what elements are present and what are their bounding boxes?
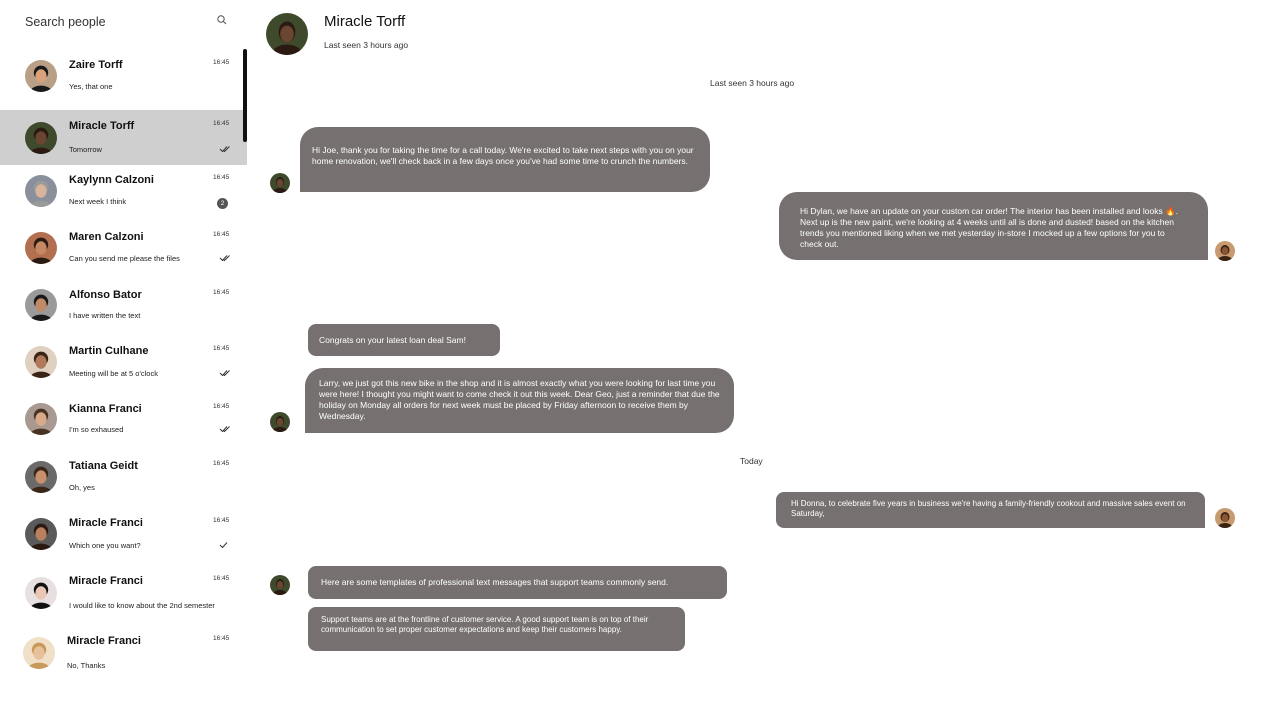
unread-badge: 2 bbox=[217, 198, 228, 209]
message-preview: Can you send me please the files bbox=[69, 254, 180, 263]
conversation-item[interactable]: Zaire Torff Yes, that one 16:45 bbox=[0, 49, 247, 102]
double-check-icon bbox=[219, 255, 230, 262]
contact-avatar[interactable] bbox=[266, 13, 308, 55]
message-preview: Next week I think bbox=[69, 197, 127, 206]
today-divider: Today bbox=[740, 456, 763, 466]
contact-avatar bbox=[25, 59, 57, 92]
conversation-item[interactable]: Miracle Franci Which one you want? 16:45 bbox=[0, 507, 247, 561]
contact-message-avatar bbox=[270, 173, 290, 193]
message-time: 16:45 bbox=[213, 635, 230, 642]
conversation-item[interactable]: Martin Culhane Meeting will be at 5 o'clo… bbox=[0, 335, 247, 389]
contact-name: Miracle Franci bbox=[69, 575, 143, 587]
conversation-sidebar: Search people Zaire Torff Yes, that one 16… bbox=[0, 0, 248, 720]
contact-name: Maren Calzoni bbox=[69, 231, 144, 243]
message-time: 16:45 bbox=[213, 345, 230, 352]
double-check-icon bbox=[219, 426, 230, 433]
message-time: 16:45 bbox=[213, 174, 230, 181]
double-check-icon bbox=[219, 370, 230, 377]
own-message-avatar bbox=[1215, 241, 1235, 261]
contact-avatar bbox=[25, 289, 57, 321]
message-bubble-received: Hi Joe, thank you for taking the time fo… bbox=[300, 127, 710, 192]
contact-avatar bbox=[25, 121, 57, 154]
contact-last-seen: Last seen 3 hours ago bbox=[324, 40, 409, 50]
contact-name: Miracle Franci bbox=[69, 517, 143, 529]
contact-avatar bbox=[25, 174, 57, 207]
message-time: 16:45 bbox=[213, 289, 230, 296]
own-message-avatar bbox=[1215, 508, 1235, 528]
conversation-item[interactable]: Miracle Franci I would like to know about… bbox=[0, 565, 247, 621]
contact-avatar bbox=[25, 403, 57, 435]
message-bubble-received: Here are some templates of professional … bbox=[308, 566, 727, 599]
conversation-item[interactable]: Miracle Torff Tomorrow 16:45 bbox=[0, 110, 247, 165]
message-bubble-received: Support teams are at the frontline of cu… bbox=[308, 607, 685, 651]
message-preview: I'm so exhaused bbox=[69, 425, 124, 434]
message-preview: Tomorrow bbox=[69, 145, 102, 154]
message-bubble-sent: Hi Donna, to celebrate five years in bus… bbox=[776, 492, 1205, 528]
contact-name: Martin Culhane bbox=[69, 345, 149, 357]
check-icon bbox=[219, 542, 228, 549]
message-preview: I have written the text bbox=[69, 311, 141, 320]
contact-avatar bbox=[25, 518, 57, 550]
conversation-item[interactable]: Alfonso Bator I have written the text 16:4… bbox=[0, 279, 247, 331]
message-time: 16:45 bbox=[213, 460, 230, 467]
contact-message-avatar bbox=[270, 412, 290, 432]
message-preview: I would like to know about the 2nd semes… bbox=[69, 601, 215, 610]
message-time: 16:45 bbox=[213, 120, 230, 127]
contact-name: Miracle Torff bbox=[324, 13, 406, 30]
message-bubble-received: Congrats on your latest loan deal Sam! bbox=[308, 324, 500, 356]
contact-name: Kianna Franci bbox=[69, 403, 142, 415]
search-icon[interactable] bbox=[216, 14, 228, 26]
last-seen-divider: Last seen 3 hours ago bbox=[710, 78, 795, 88]
message-preview: No, Thanks bbox=[67, 661, 106, 670]
message-preview: Which one you want? bbox=[69, 541, 141, 550]
contact-name: Miracle Franci bbox=[67, 635, 141, 647]
message-time: 16:45 bbox=[213, 59, 230, 66]
message-time: 16:45 bbox=[213, 231, 230, 238]
contact-avatar bbox=[25, 231, 57, 264]
conversation-item[interactable]: Maren Calzoni Can you send me please the … bbox=[0, 221, 247, 274]
contact-message-avatar bbox=[270, 575, 290, 595]
double-check-icon bbox=[219, 146, 230, 153]
contact-name: Zaire Torff bbox=[69, 59, 123, 71]
message-bubble-sent: Hi Dylan, we have an update on your cust… bbox=[779, 192, 1208, 260]
contact-avatar bbox=[25, 460, 57, 493]
conversation-item[interactable]: Miracle Franci No, Thanks 16:45 bbox=[0, 625, 247, 681]
conversation-item[interactable]: Kianna Franci I'm so exhaused 16:45 bbox=[0, 393, 247, 445]
message-time: 16:45 bbox=[213, 403, 230, 410]
message-time: 16:45 bbox=[213, 575, 230, 582]
message-preview: Oh, yes bbox=[69, 483, 95, 492]
contact-avatar bbox=[25, 577, 57, 609]
message-preview: Meeting will be at 5 o'clock bbox=[69, 369, 158, 378]
contact-name: Alfonso Bator bbox=[69, 289, 142, 301]
contact-avatar bbox=[25, 346, 57, 378]
contact-name: Tatiana Geidt bbox=[69, 460, 138, 472]
contact-avatar bbox=[23, 637, 55, 669]
message-preview: Yes, that one bbox=[69, 82, 113, 91]
contact-name: Miracle Torff bbox=[69, 120, 135, 132]
sidebar-scrollbar[interactable] bbox=[243, 49, 247, 142]
conversation-item[interactable]: Kaylynn Calzoni Next week I think 16:45 2 bbox=[0, 164, 247, 217]
contact-name: Kaylynn Calzoni bbox=[69, 174, 154, 186]
search-input[interactable]: Search people bbox=[25, 15, 106, 29]
message-bubble-received: Larry, we just got this new bike in the … bbox=[305, 368, 734, 433]
message-time: 16:45 bbox=[213, 517, 230, 524]
conversation-item[interactable]: Tatiana Geidt Oh, yes 16:45 bbox=[0, 450, 247, 503]
